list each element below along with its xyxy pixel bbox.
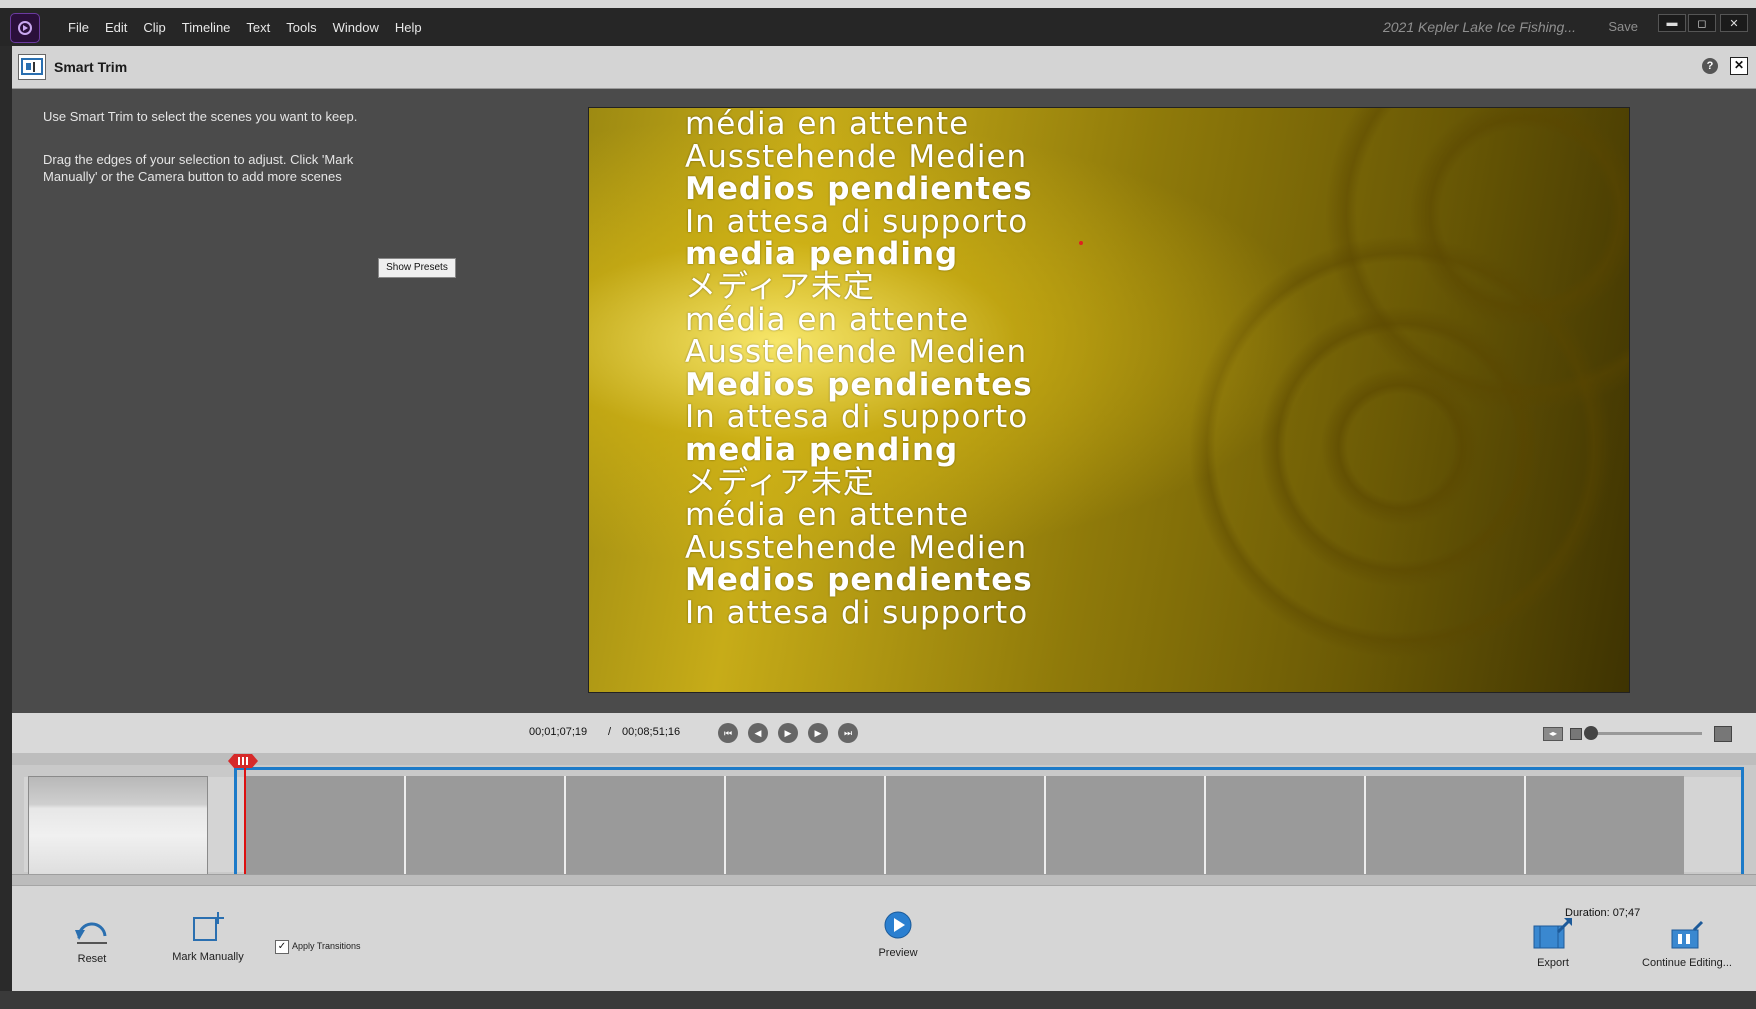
title-bar: File Edit Clip Timeline Text Tools Window Help …	[0, 8, 1756, 46]
instructions-pane: Use Smart Trim to select the scenes you …	[12, 89, 588, 713]
preview-text-line: In attesa di supporto	[685, 203, 1029, 240]
preview-button[interactable]: Preview	[848, 910, 948, 959]
trim-selection[interactable]	[234, 767, 1744, 878]
media-pending-text: média en attente Ausstehende Medien Medios…	[685, 108, 1585, 630]
apply-transitions-checkbox[interactable]: ✓	[275, 940, 289, 954]
reset-label: Reset	[77, 953, 107, 965]
preview-text-line: Ausstehende Medien	[685, 334, 1028, 371]
go-to-end-button[interactable]: ⏭	[838, 723, 858, 743]
preview-text-line: media pending	[685, 431, 959, 468]
save-button[interactable]: Save	[1608, 8, 1638, 46]
smart-trim-header: Smart Trim ? ✕	[12, 46, 1756, 89]
project-title: 2021 Kepler Lake Ice Fishing...	[1382, 19, 1576, 35]
panel-close-icon[interactable]: ✕	[1730, 57, 1748, 75]
total-timecode: 00;08;51;16	[622, 726, 681, 738]
minimize-button[interactable]: ▬	[1658, 14, 1686, 32]
menu-timeline[interactable]: Timeline	[174, 20, 239, 35]
go-to-start-button[interactable]: ⏮	[718, 723, 738, 743]
instruction-text-1: Use Smart Trim to select the scenes you …	[43, 109, 358, 124]
zoom-fit-icon[interactable]: ◂▸	[1543, 727, 1563, 741]
reset-button[interactable]: Reset	[52, 918, 132, 965]
preview-text-line: média en attente	[685, 107, 970, 142]
bottom-toolbar: Duration: 07;47 Reset Mark Manually ✓ Ap…	[12, 885, 1756, 992]
menu-file[interactable]: File	[60, 20, 97, 35]
timeline	[12, 753, 1756, 886]
menu-edit[interactable]: Edit	[97, 20, 135, 35]
os-top-strip	[0, 0, 1756, 8]
preview-pane: média en attente Ausstehende Medien Medios…	[588, 89, 1756, 713]
step-back-button[interactable]: ◀	[748, 723, 768, 743]
timecode-separator: /	[608, 726, 612, 738]
app-logo-icon[interactable]	[10, 13, 40, 43]
preview-text-line: メディア未定	[685, 268, 875, 305]
video-preview[interactable]: média en attente Ausstehende Medien Medios…	[588, 107, 1630, 693]
menu-bar: File Edit Clip Timeline Text Tools Window Help	[60, 8, 430, 46]
menu-window[interactable]: Window	[325, 20, 387, 35]
preview-text-line: média en attente	[685, 497, 970, 534]
mark-manually-button[interactable]: Mark Manually	[158, 910, 258, 963]
current-timecode: 00;01;07;19	[529, 726, 588, 738]
instruction-text-2: Drag the edges of your selection to adju…	[43, 152, 354, 184]
preview-text-line: Medios pendientes	[685, 171, 1033, 208]
menu-text[interactable]: Text	[238, 20, 278, 35]
continue-editing-icon	[1632, 920, 1742, 953]
play-button[interactable]: ▶	[778, 723, 798, 743]
preview-text-line: Ausstehende Medien	[685, 138, 1028, 175]
preview-label: Preview	[878, 947, 918, 959]
preview-text-line: média en attente	[685, 301, 970, 338]
window-close-button[interactable]: ✕	[1720, 14, 1748, 32]
smart-trim-icon	[18, 54, 46, 80]
reset-icon	[52, 918, 132, 949]
preview-text-line: メディア未定	[685, 464, 875, 501]
left-edge	[0, 46, 12, 991]
transport-bar: 00;01;07;19 / 00;08;51;16 ⏮ ◀ ▶ ▶ ⏭ ◂▸	[12, 713, 1756, 753]
export-button[interactable]: Export	[1518, 916, 1588, 969]
menu-help[interactable]: Help	[387, 20, 430, 35]
preview-text-line: media pending	[685, 236, 959, 273]
show-presets-button[interactable]: Show Presets	[378, 258, 456, 278]
preview-text-line: In attesa di supporto	[685, 594, 1029, 631]
playhead-line	[244, 767, 246, 875]
apply-transitions-label: Apply Transitions	[292, 941, 361, 951]
menu-clip[interactable]: Clip	[135, 20, 173, 35]
export-label: Export	[1537, 957, 1569, 969]
continue-editing-button[interactable]: Continue Editing...	[1632, 920, 1742, 969]
preview-play-icon	[848, 910, 948, 943]
preview-text-line: Ausstehende Medien	[685, 529, 1028, 566]
clip-thumbnail[interactable]	[28, 776, 208, 876]
zoom-slider-knob[interactable]	[1584, 726, 1598, 740]
red-marker-dot	[1079, 241, 1083, 245]
preview-text-line: Medios pendientes	[685, 366, 1033, 403]
mark-manually-icon	[158, 910, 258, 947]
zoom-out-icon[interactable]	[1570, 728, 1582, 740]
menu-tools[interactable]: Tools	[278, 20, 324, 35]
mark-manually-label: Mark Manually	[172, 951, 244, 963]
preview-text-line: In attesa di supporto	[685, 399, 1029, 436]
playhead-handle-icon[interactable]	[228, 753, 258, 769]
continue-editing-label: Continue Editing...	[1642, 957, 1732, 969]
preview-text-line: Medios pendientes	[685, 562, 1033, 599]
export-icon	[1518, 916, 1588, 953]
zoom-slider[interactable]	[1590, 732, 1702, 735]
panel-title: Smart Trim	[54, 59, 128, 75]
zoom-in-icon[interactable]	[1714, 726, 1732, 742]
step-forward-button[interactable]: ▶	[808, 723, 828, 743]
maximize-button[interactable]: ◻	[1688, 14, 1716, 32]
bottom-strip	[0, 991, 1756, 1009]
help-icon[interactable]: ?	[1702, 58, 1718, 74]
timeline-ruler[interactable]	[12, 753, 1756, 765]
